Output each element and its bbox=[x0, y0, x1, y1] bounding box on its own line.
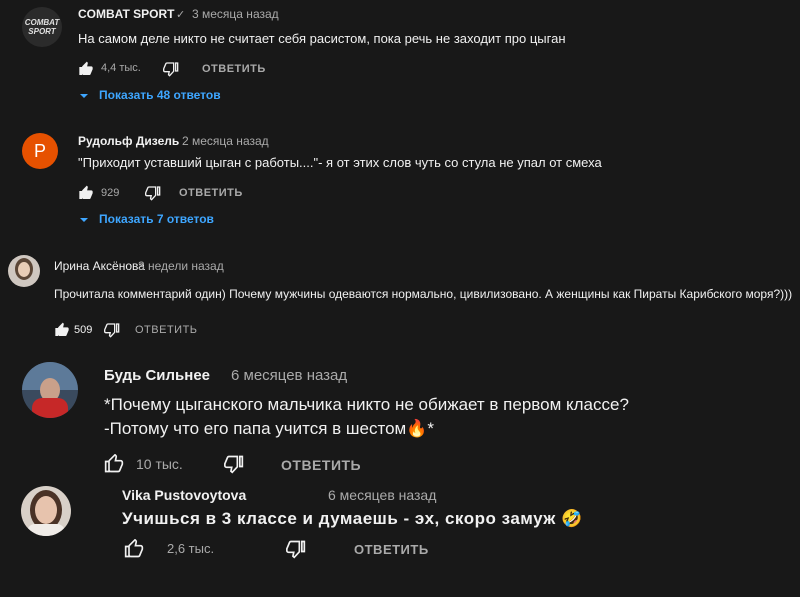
like-icon[interactable] bbox=[124, 539, 144, 559]
avatar[interactable]: COMBAT SPORT bbox=[22, 7, 62, 47]
chevron-down-icon[interactable] bbox=[78, 215, 90, 225]
like-icon[interactable] bbox=[104, 454, 124, 474]
comment-author[interactable]: Ирина Аксёнова bbox=[54, 259, 145, 273]
dislike-icon[interactable] bbox=[286, 539, 306, 559]
show-replies-link[interactable]: Показать 48 ответов bbox=[99, 88, 221, 102]
comment-time[interactable]: 3 месяца назад bbox=[192, 7, 279, 21]
comment-time[interactable]: 6 месяцев назад bbox=[328, 487, 436, 503]
comment-text: На самом деле никто не считает себя раси… bbox=[78, 31, 566, 46]
comment-author[interactable]: Vika Pustovoytova bbox=[122, 487, 246, 503]
like-count: 509 bbox=[74, 324, 93, 336]
reply-button[interactable]: ОТВЕТИТЬ bbox=[135, 324, 198, 336]
comment-thread: P Рудольф Дизель 2 месяца назад "Приходи… bbox=[0, 118, 800, 238]
comment-thread: Vika Pustovoytova 6 месяцев назад Учишьс… bbox=[0, 480, 800, 597]
show-replies-link[interactable]: Показать 7 ответов bbox=[99, 212, 214, 226]
avatar[interactable] bbox=[21, 486, 71, 536]
avatar[interactable] bbox=[8, 255, 40, 287]
comment-author[interactable]: Рудольф Дизель bbox=[78, 134, 179, 148]
comment-text-line1: *Почему цыганского мальчика никто не оби… bbox=[104, 395, 629, 414]
like-icon[interactable] bbox=[78, 61, 94, 77]
comment-time[interactable]: 3 недели назад bbox=[138, 259, 224, 273]
like-count: 929 bbox=[101, 187, 120, 199]
reply-button[interactable]: ОТВЕТИТЬ bbox=[354, 542, 429, 557]
comment-thread: Будь Сильнее 6 месяцев назад *Почему цыг… bbox=[0, 348, 800, 480]
comment-author[interactable]: COMBAT SPORT bbox=[78, 7, 174, 21]
comment-time[interactable]: 2 месяца назад bbox=[182, 134, 269, 148]
verified-icon: ✓ bbox=[176, 9, 186, 21]
dislike-icon[interactable] bbox=[163, 61, 179, 77]
comment-thread: COMBAT SPORT COMBAT SPORT ✓ 3 месяца наз… bbox=[0, 0, 800, 118]
like-count: 4,4 тыс. bbox=[101, 62, 141, 74]
comment-text: "Приходит уставший цыган с работы...."- … bbox=[78, 155, 602, 170]
chevron-down-icon[interactable] bbox=[78, 91, 90, 101]
comment-text: Прочитала комментарий один) Почему мужчи… bbox=[54, 287, 793, 301]
like-count: 2,6 тыс. bbox=[167, 541, 215, 556]
reply-button[interactable]: ОТВЕТИТЬ bbox=[281, 457, 361, 473]
comment-text: Учишься в 3 классе и думаешь - эх, скоро… bbox=[122, 509, 583, 528]
avatar-letter: P bbox=[33, 141, 46, 161]
dislike-icon[interactable] bbox=[224, 454, 244, 474]
like-count: 10 тыс. bbox=[136, 456, 183, 472]
avatar[interactable]: P bbox=[22, 133, 58, 169]
avatar[interactable] bbox=[22, 362, 78, 418]
dislike-icon[interactable] bbox=[145, 185, 161, 201]
comment-thread: Ирина Аксёнова 3 недели назад Прочитала … bbox=[0, 238, 800, 348]
comment-author[interactable]: Будь Сильнее bbox=[104, 367, 210, 384]
comment-text-line2: -Потому что его папа учится в шестом🔥* bbox=[104, 419, 434, 438]
reply-button[interactable]: ОТВЕТИТЬ bbox=[179, 187, 243, 199]
like-icon[interactable] bbox=[78, 185, 94, 201]
dislike-icon[interactable] bbox=[104, 322, 120, 338]
reply-button[interactable]: ОТВЕТИТЬ bbox=[202, 63, 266, 75]
like-icon[interactable] bbox=[54, 322, 70, 338]
avatar-logo-text: COMBAT SPORT bbox=[24, 18, 60, 36]
comment-time[interactable]: 6 месяцев назад bbox=[231, 367, 347, 384]
